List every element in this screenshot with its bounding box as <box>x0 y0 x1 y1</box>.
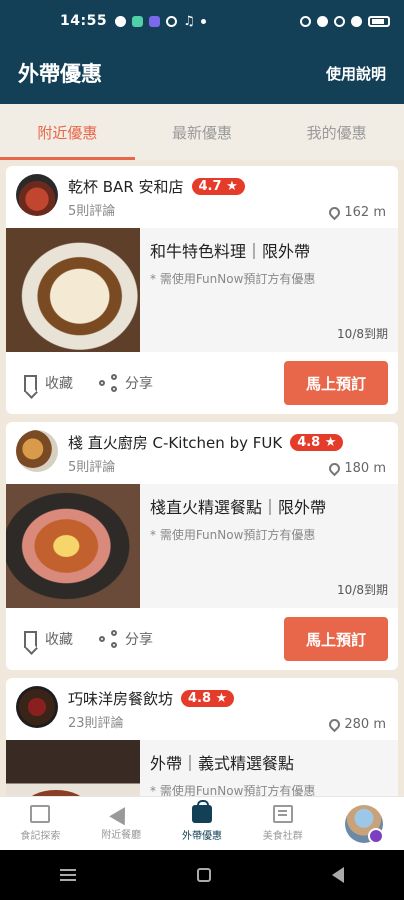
share-icon <box>99 630 117 648</box>
offer-title: 外帶｜義式精選餐點 <box>150 754 295 773</box>
message-icon <box>115 15 127 27</box>
system-icons <box>300 15 390 27</box>
save-button[interactable]: 收藏 <box>24 629 73 649</box>
community-icon <box>272 805 293 823</box>
nav-explore[interactable]: 食記探索 <box>0 797 81 850</box>
distance-value: 180 m <box>344 461 386 476</box>
save-label: 收藏 <box>45 632 73 648</box>
bookmark-icon <box>24 374 37 392</box>
offer-card[interactable]: 巧味洋房餐飲坊 4.8 ★ 23則評論 280 m 外帶｜義式精選餐點 * 需使… <box>6 678 398 796</box>
food-photo <box>6 740 140 796</box>
rating-badge: 4.8 ★ <box>181 689 235 707</box>
bottom-navigation: 食記探索 附近餐廳 外帶優惠 美食社群 <box>0 796 404 850</box>
explore-icon <box>30 805 51 823</box>
share-label: 分享 <box>125 632 153 648</box>
nav-label: 附近餐廳 <box>101 830 142 841</box>
system-navigation <box>0 850 404 900</box>
status-bar: 14:55 ♫ <box>0 0 404 42</box>
food-photo <box>6 484 140 608</box>
location-pin-icon <box>327 204 343 221</box>
tab-bar: 附近優惠 最新優惠 我的優惠 <box>0 104 404 160</box>
rating-badge: 4.7 ★ <box>191 177 245 195</box>
store-info[interactable]: 棧 直火廚房 C-Kitchen by FUK 4.8 ★ 5則評論 180 m <box>6 422 398 484</box>
profile-avatar <box>344 804 384 844</box>
share-label: 分享 <box>125 376 153 392</box>
store-avatar <box>16 686 58 728</box>
distance: 180 m <box>327 460 386 477</box>
location-icon <box>317 15 328 27</box>
store-avatar <box>16 174 58 216</box>
save-label: 收藏 <box>45 376 73 392</box>
offer-note: * 需使用FunNow預訂方有優惠 <box>150 528 316 542</box>
card-actions: 收藏 分享 馬上預訂 <box>6 352 398 414</box>
nav-label: 外帶優惠 <box>181 831 222 842</box>
share-button[interactable]: 分享 <box>99 629 153 649</box>
food-photo <box>6 228 140 352</box>
nav-takeout[interactable]: 外帶優惠 <box>162 797 243 850</box>
app-icon <box>166 15 178 27</box>
signal-icon <box>351 15 362 27</box>
notification-icons: ♫ <box>115 14 206 29</box>
nav-profile[interactable] <box>323 797 404 850</box>
offer-title: 棧直火精選餐點｜限外帶 <box>150 498 327 517</box>
share-button[interactable]: 分享 <box>99 373 153 393</box>
app-header: 外帶優惠 使用說明 <box>0 42 404 104</box>
rating-badge: 4.8 ★ <box>290 433 344 451</box>
store-name: 棧 直火廚房 C-Kitchen by FUK <box>68 433 283 452</box>
expiry-date: 10/8到期 <box>337 583 388 597</box>
location-pin-icon <box>327 460 343 477</box>
offer-note: * 需使用FunNow預訂方有優惠 <box>150 272 316 286</box>
offer-body[interactable]: 外帶｜義式精選餐點 * 需使用FunNow預訂方有優惠 <box>6 740 398 796</box>
nav-community[interactable]: 美食社群 <box>242 797 323 850</box>
offer-note: * 需使用FunNow預訂方有優惠 <box>150 784 316 796</box>
help-link[interactable]: 使用說明 <box>326 63 386 84</box>
store-info[interactable]: 乾杯 BAR 安和店 4.7 ★ 5則評論 162 m <box>6 166 398 228</box>
location-pin-icon <box>327 716 343 733</box>
save-button[interactable]: 收藏 <box>24 373 73 393</box>
battery-icon <box>368 15 390 27</box>
offer-list[interactable]: 乾杯 BAR 安和店 4.7 ★ 5則評論 162 m 和牛特色料理｜限外帶 *… <box>0 160 404 796</box>
distance: 280 m <box>327 716 386 733</box>
music-icon: ♫ <box>183 13 195 29</box>
takeout-icon <box>191 800 212 823</box>
status-time: 14:55 <box>60 13 108 29</box>
book-now-button[interactable]: 馬上預訂 <box>284 361 388 405</box>
nav-label: 食記探索 <box>20 831 61 842</box>
offer-card[interactable]: 棧 直火廚房 C-Kitchen by FUK 4.8 ★ 5則評論 180 m… <box>6 422 398 670</box>
card-actions: 收藏 分享 馬上預訂 <box>6 608 398 670</box>
offer-body[interactable]: 和牛特色料理｜限外帶 * 需使用FunNow預訂方有優惠 10/8到期 <box>6 228 398 352</box>
store-info[interactable]: 巧味洋房餐飲坊 4.8 ★ 23則評論 280 m <box>6 678 398 740</box>
distance-value: 280 m <box>344 717 386 732</box>
recent-apps-icon[interactable] <box>60 874 77 876</box>
offer-body[interactable]: 棧直火精選餐點｜限外帶 * 需使用FunNow預訂方有優惠 10/8到期 <box>6 484 398 608</box>
store-name: 巧味洋房餐飲坊 <box>68 689 174 708</box>
nav-label: 美食社群 <box>262 831 303 842</box>
distance-value: 162 m <box>344 205 386 220</box>
app-icon <box>149 15 161 27</box>
book-now-button[interactable]: 馬上預訂 <box>284 617 388 661</box>
more-notifications-icon <box>200 18 206 24</box>
nav-nearby[interactable]: 附近餐廳 <box>81 797 162 850</box>
tab-mine[interactable]: 我的優惠 <box>269 104 404 160</box>
vibrate-icon <box>300 15 311 27</box>
tab-nearby[interactable]: 附近優惠 <box>0 104 135 160</box>
wifi-icon <box>334 15 345 27</box>
offer-title: 和牛特色料理｜限外帶 <box>150 242 311 261</box>
expiry-date: 10/8到期 <box>337 327 388 341</box>
nearby-icon <box>109 802 133 826</box>
distance: 162 m <box>327 204 386 221</box>
offer-card[interactable]: 乾杯 BAR 安和店 4.7 ★ 5則評論 162 m 和牛特色料理｜限外帶 *… <box>6 166 398 414</box>
page-title: 外帶優惠 <box>18 62 102 86</box>
home-icon[interactable] <box>196 868 211 882</box>
bookmark-icon <box>24 630 37 648</box>
store-name: 乾杯 BAR 安和店 <box>68 177 184 196</box>
back-icon[interactable] <box>331 867 344 883</box>
share-icon <box>99 374 117 392</box>
store-avatar <box>16 430 58 472</box>
app-icon <box>132 15 144 27</box>
tab-latest[interactable]: 最新優惠 <box>135 104 270 160</box>
